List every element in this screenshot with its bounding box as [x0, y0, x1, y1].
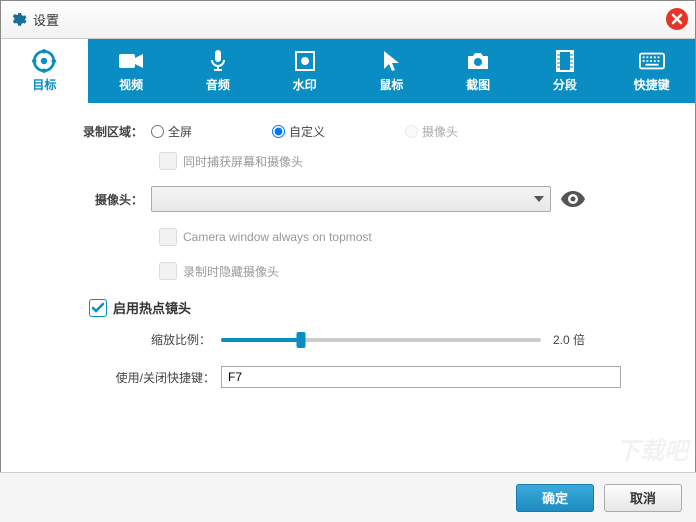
watermark-text: 下载吧 [616, 431, 688, 466]
hide-camera-label: 录制时隐藏摄像头 [183, 263, 279, 280]
capture-both-label: 同时捕获屏幕和摄像头 [183, 153, 303, 170]
zoom-ratio-value: 2.0 倍 [553, 331, 585, 348]
tab-label: 水印 [293, 76, 317, 93]
radio-camera: 摄像头 [405, 123, 458, 140]
checkbox-hide-camera [159, 262, 177, 280]
tab-label: 视频 [119, 76, 143, 93]
checkbox-enable-zoom[interactable] [89, 299, 107, 317]
preview-camera-button[interactable] [561, 187, 585, 211]
tab-target[interactable]: 目标 [1, 39, 88, 103]
watermark-icon [292, 50, 318, 72]
tab-label: 分段 [553, 76, 577, 93]
gear-icon [9, 11, 27, 29]
tab-screenshot[interactable]: 截图 [435, 39, 522, 103]
zoom-hotkey-label: 使用/关闭快捷键： [21, 369, 221, 386]
tab-label: 目标 [32, 76, 56, 93]
camera-select[interactable] [151, 186, 551, 212]
tab-audio[interactable]: 音频 [175, 39, 262, 103]
zoom-hotkey-input[interactable] [221, 366, 621, 388]
close-button[interactable] [665, 7, 689, 31]
radio-fullscreen[interactable]: 全屏 [151, 123, 192, 140]
camera-label: 摄像头： [21, 191, 151, 208]
checkbox-camera-topmost [159, 228, 177, 246]
tab-watermark[interactable]: 水印 [261, 39, 348, 103]
target-icon [31, 50, 57, 72]
tab-label: 鼠标 [379, 76, 403, 93]
camera-topmost-label: Camera window always on topmost [183, 230, 372, 244]
cursor-icon [378, 50, 404, 72]
rec-area-label: 录制区域： [21, 123, 151, 140]
radio-custom[interactable]: 自定义 [272, 123, 325, 140]
slider-thumb[interactable] [297, 332, 306, 348]
video-icon [118, 50, 144, 72]
tab-label: 快捷键 [634, 76, 670, 93]
tab-video[interactable]: 视频 [88, 39, 175, 103]
tab-segment[interactable]: 分段 [522, 39, 609, 103]
enable-zoom-label: 启用热点镜头 [113, 298, 191, 317]
zoom-ratio-label: 缩放比例： [21, 331, 221, 348]
camera-icon [465, 50, 491, 72]
zoom-slider[interactable] [221, 338, 541, 342]
cancel-button[interactable]: 取消 [604, 484, 682, 512]
tab-label: 截图 [466, 76, 490, 93]
film-icon [552, 50, 578, 72]
keyboard-icon [639, 50, 665, 72]
tab-mouse[interactable]: 鼠标 [348, 39, 435, 103]
checkbox-capture-both [159, 152, 177, 170]
chevron-down-icon [534, 196, 544, 202]
tab-hotkey[interactable]: 快捷键 [608, 39, 695, 103]
ok-button[interactable]: 确定 [516, 484, 594, 512]
mic-icon [205, 50, 231, 72]
tab-label: 音频 [206, 76, 230, 93]
window-title: 设置 [33, 10, 59, 29]
